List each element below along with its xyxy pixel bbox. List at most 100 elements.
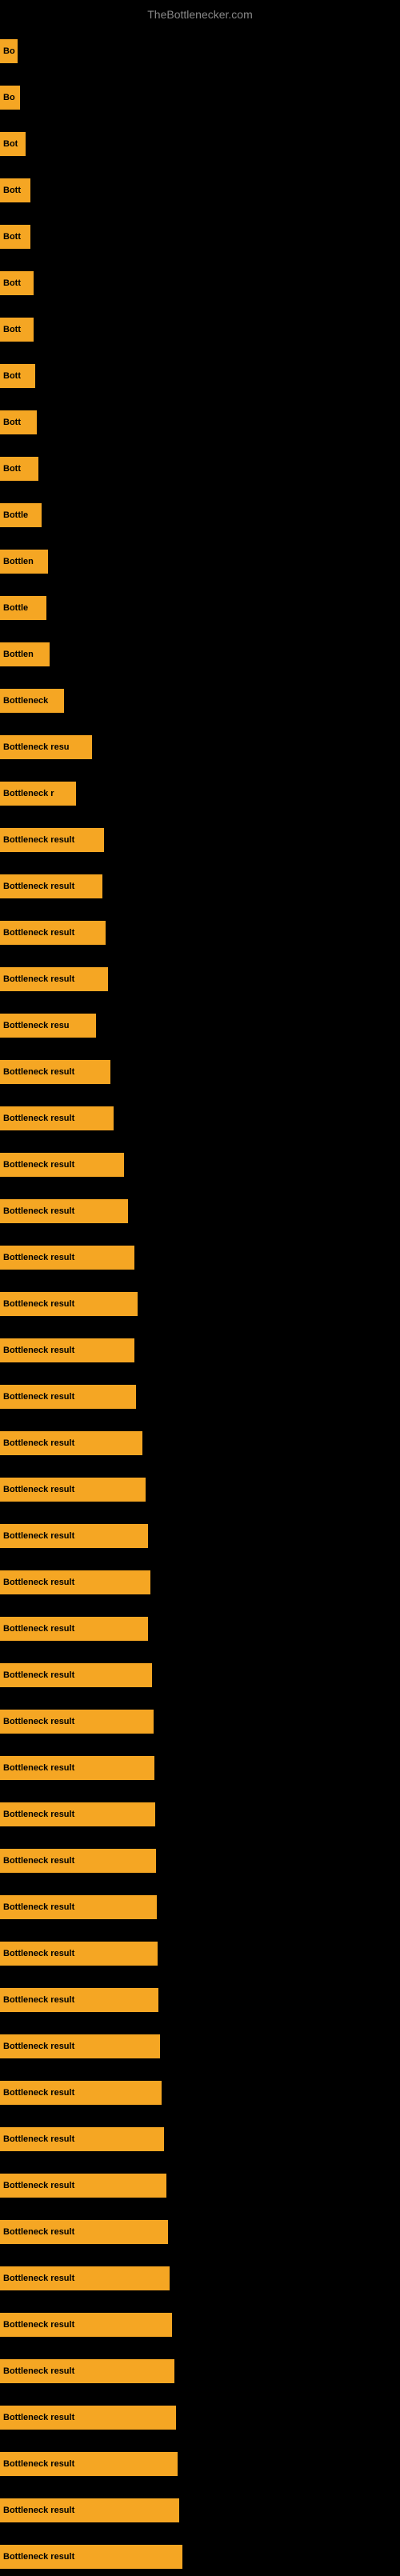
bar-row: Bottleneck result (0, 1834, 400, 1880)
bar-row: Bottleneck result (0, 1787, 400, 1834)
bar-54: Bottleneck result (0, 2545, 182, 2569)
bar-50: Bottleneck result (0, 2359, 174, 2383)
bar-43: Bottleneck result (0, 2034, 160, 2058)
bar-row: Bottleneck result (0, 1091, 400, 1138)
bar-28: Bottleneck result (0, 1338, 134, 1362)
bar-36: Bottleneck result (0, 1710, 154, 1734)
bar-4: Bott (0, 225, 30, 249)
bar-31: Bottleneck result (0, 1478, 146, 1502)
bar-row: Bottleneck result (0, 1045, 400, 1091)
bar-34: Bottleneck result (0, 1617, 148, 1641)
bar-29: Bottleneck result (0, 1385, 136, 1409)
bar-row: Bott (0, 302, 400, 349)
bar-row: Bottleneck result (0, 1648, 400, 1694)
bar-24: Bottleneck result (0, 1153, 124, 1177)
bar-3: Bott (0, 178, 30, 202)
bar-16: Bottleneck r (0, 782, 76, 806)
bar-7: Bott (0, 364, 35, 388)
bar-9: Bott (0, 457, 38, 481)
bar-row: Bottleneck result (0, 1973, 400, 2019)
bar-row: Bottleneck result (0, 2158, 400, 2205)
bar-row: Bottleneck result (0, 952, 400, 998)
bar-row: Bottleneck result (0, 2298, 400, 2344)
bar-row: Bottleneck result (0, 1184, 400, 1230)
bar-row: Bottleneck r (0, 766, 400, 813)
bar-row: Bottleneck result (0, 1370, 400, 1416)
bar-row: Bottleneck resu (0, 720, 400, 766)
bar-45: Bottleneck result (0, 2127, 164, 2151)
bar-row: Bottleneck result (0, 2205, 400, 2251)
bar-18: Bottleneck result (0, 874, 102, 898)
bar-12: Bottle (0, 596, 46, 620)
bar-row: Bottleneck result (0, 2483, 400, 2530)
bar-15: Bottleneck resu (0, 735, 92, 759)
bar-46: Bottleneck result (0, 2174, 166, 2198)
bar-row: Bo (0, 70, 400, 117)
bar-row: Bottleneck result (0, 2019, 400, 2066)
bar-30: Bottleneck result (0, 1431, 142, 1455)
bar-row: Bottleneck result (0, 1462, 400, 1509)
bar-row: Bottleneck result (0, 859, 400, 906)
bar-11: Bottlen (0, 550, 48, 574)
bar-row: Bottlen (0, 534, 400, 581)
bar-5: Bott (0, 271, 34, 295)
bar-48: Bottleneck result (0, 2266, 170, 2290)
bar-51: Bottleneck result (0, 2406, 176, 2430)
bar-row: Bott (0, 349, 400, 395)
bar-35: Bottleneck result (0, 1663, 152, 1687)
bar-20: Bottleneck result (0, 967, 108, 991)
bar-42: Bottleneck result (0, 1988, 158, 2012)
bar-33: Bottleneck result (0, 1570, 150, 1594)
bar-40: Bottleneck result (0, 1895, 157, 1919)
bar-38: Bottleneck result (0, 1802, 155, 1826)
bar-row: Bott (0, 442, 400, 488)
bar-41: Bottleneck result (0, 1942, 158, 1966)
bar-37: Bottleneck result (0, 1756, 154, 1780)
bar-10: Bottle (0, 503, 42, 527)
bar-row: Bottleneck result (0, 2251, 400, 2298)
bar-row: Bottleneck result (0, 1509, 400, 1555)
bar-25: Bottleneck result (0, 1199, 128, 1223)
bar-row: Bott (0, 210, 400, 256)
bar-row: Bot (0, 117, 400, 163)
bar-row: Bottlen (0, 627, 400, 674)
bar-row: Bottleneck result (0, 1741, 400, 1787)
bar-row: Bottle (0, 581, 400, 627)
bar-19: Bottleneck result (0, 921, 106, 945)
bar-row: Bottleneck result (0, 2390, 400, 2437)
bar-26: Bottleneck result (0, 1246, 134, 1270)
bar-row: Bottleneck result (0, 2530, 400, 2576)
bar-row: Bott (0, 256, 400, 302)
bar-32: Bottleneck result (0, 1524, 148, 1548)
bar-row: Bo (0, 24, 400, 70)
bar-53: Bottleneck result (0, 2498, 179, 2522)
bar-row: Bottleneck (0, 674, 400, 720)
bar-row: Bottleneck result (0, 1555, 400, 1602)
bar-44: Bottleneck result (0, 2081, 162, 2105)
bar-row: Bottleneck result (0, 813, 400, 859)
bar-row: Bottleneck result (0, 1602, 400, 1648)
bar-row: Bottleneck result (0, 2344, 400, 2390)
bar-0: Bo (0, 39, 18, 63)
bar-row: Bottle (0, 488, 400, 534)
bar-21: Bottleneck resu (0, 1014, 96, 1038)
bar-8: Bott (0, 410, 37, 434)
bar-1: Bo (0, 86, 20, 110)
bar-row: Bottleneck result (0, 1880, 400, 1926)
bars-container: Bo Bo Bot Bott Bott Bott Bott Bott Bott Bott Bottl… (0, 24, 400, 2576)
bar-row: Bottleneck result (0, 906, 400, 952)
bar-27: Bottleneck result (0, 1292, 138, 1316)
bar-row: Bottleneck resu (0, 998, 400, 1045)
bar-row: Bott (0, 163, 400, 210)
bar-22: Bottleneck result (0, 1060, 110, 1084)
bar-17: Bottleneck result (0, 828, 104, 852)
bar-2: Bot (0, 132, 26, 156)
bar-23: Bottleneck result (0, 1106, 114, 1130)
bar-row: Bottleneck result (0, 1323, 400, 1370)
bar-row: Bottleneck result (0, 2112, 400, 2158)
bar-row: Bottleneck result (0, 1230, 400, 1277)
bar-row: Bottleneck result (0, 1277, 400, 1323)
bar-13: Bottlen (0, 642, 50, 666)
bar-row: Bottleneck result (0, 2437, 400, 2483)
bar-row: Bottleneck result (0, 1138, 400, 1184)
